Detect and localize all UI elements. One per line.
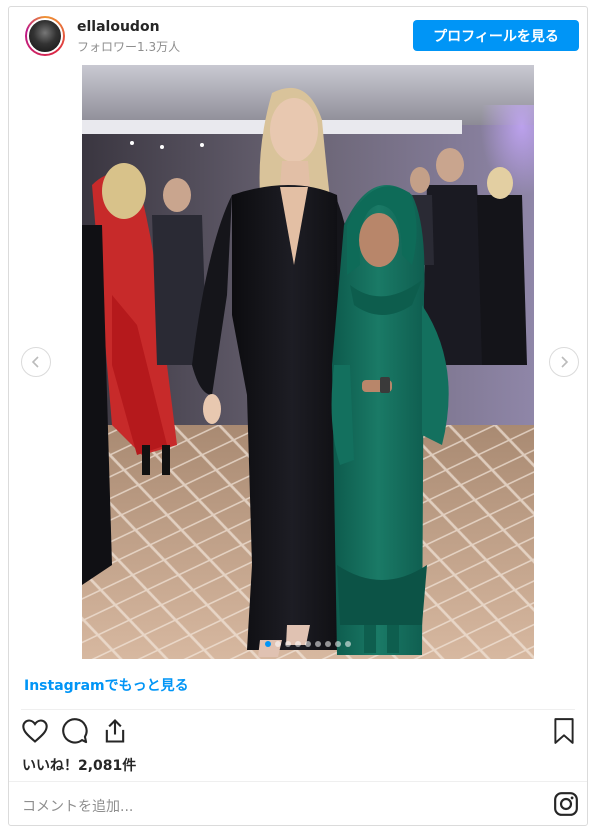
- carousel-dot: [275, 641, 281, 647]
- carousel-dot: [295, 641, 301, 647]
- carousel-dot: [315, 641, 321, 647]
- carousel-dot: [335, 641, 341, 647]
- heart-icon[interactable]: [21, 717, 49, 745]
- post-header: ellaloudon フォロワー1.3万人 プロフィールを見る: [9, 7, 587, 65]
- like-count[interactable]: いいね！2,081件: [22, 755, 136, 775]
- comment-input[interactable]: コメントを追加...: [22, 796, 133, 816]
- divider: [9, 781, 587, 782]
- comment-icon[interactable]: [61, 717, 89, 745]
- divider: [21, 709, 575, 710]
- chevron-left-icon: [31, 356, 39, 368]
- post-photo-image: [82, 65, 534, 659]
- carousel-dot: [345, 641, 351, 647]
- instagram-embed-card: ellaloudon フォロワー1.3万人 プロフィールを見る Instagra…: [8, 6, 588, 826]
- avatar[interactable]: [25, 16, 65, 56]
- post-photo[interactable]: [82, 65, 534, 659]
- carousel-dot: [325, 641, 331, 647]
- share-icon[interactable]: [101, 717, 129, 745]
- view-more-on-instagram-link[interactable]: Instagramでもっと見る: [24, 675, 189, 695]
- bookmark-icon[interactable]: [551, 717, 577, 745]
- carousel-dot: [265, 641, 271, 647]
- username[interactable]: ellaloudon: [77, 19, 160, 35]
- carousel-dot: [285, 641, 291, 647]
- carousel-indicator: [82, 641, 534, 647]
- follower-count: フォロワー1.3万人: [77, 40, 181, 54]
- carousel-dot: [305, 641, 311, 647]
- instagram-icon[interactable]: [553, 791, 579, 817]
- chevron-right-icon: [561, 356, 569, 368]
- action-bar: [21, 715, 577, 749]
- view-profile-button[interactable]: プロフィールを見る: [413, 20, 579, 51]
- carousel-next-button[interactable]: [549, 347, 579, 377]
- carousel-prev-button[interactable]: [21, 347, 51, 377]
